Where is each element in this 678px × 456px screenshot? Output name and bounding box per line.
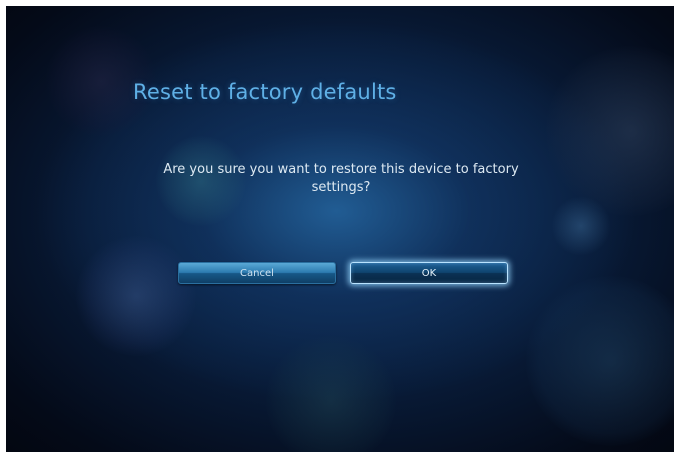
bokeh-light — [266, 336, 396, 452]
ok-button[interactable]: OK — [350, 262, 508, 284]
cancel-button[interactable]: Cancel — [178, 262, 336, 284]
tv-screen: Reset to factory defaults Are you sure y… — [6, 6, 674, 452]
bokeh-light — [526, 276, 674, 446]
bokeh-light — [551, 196, 611, 256]
confirmation-message: Are you sure you want to restore this de… — [163, 162, 519, 195]
screenshot-frame: Reset to factory defaults Are you sure y… — [0, 0, 678, 456]
bokeh-light — [546, 46, 674, 216]
dialog-title: Reset to factory defaults — [133, 80, 397, 104]
bokeh-light — [76, 236, 196, 356]
